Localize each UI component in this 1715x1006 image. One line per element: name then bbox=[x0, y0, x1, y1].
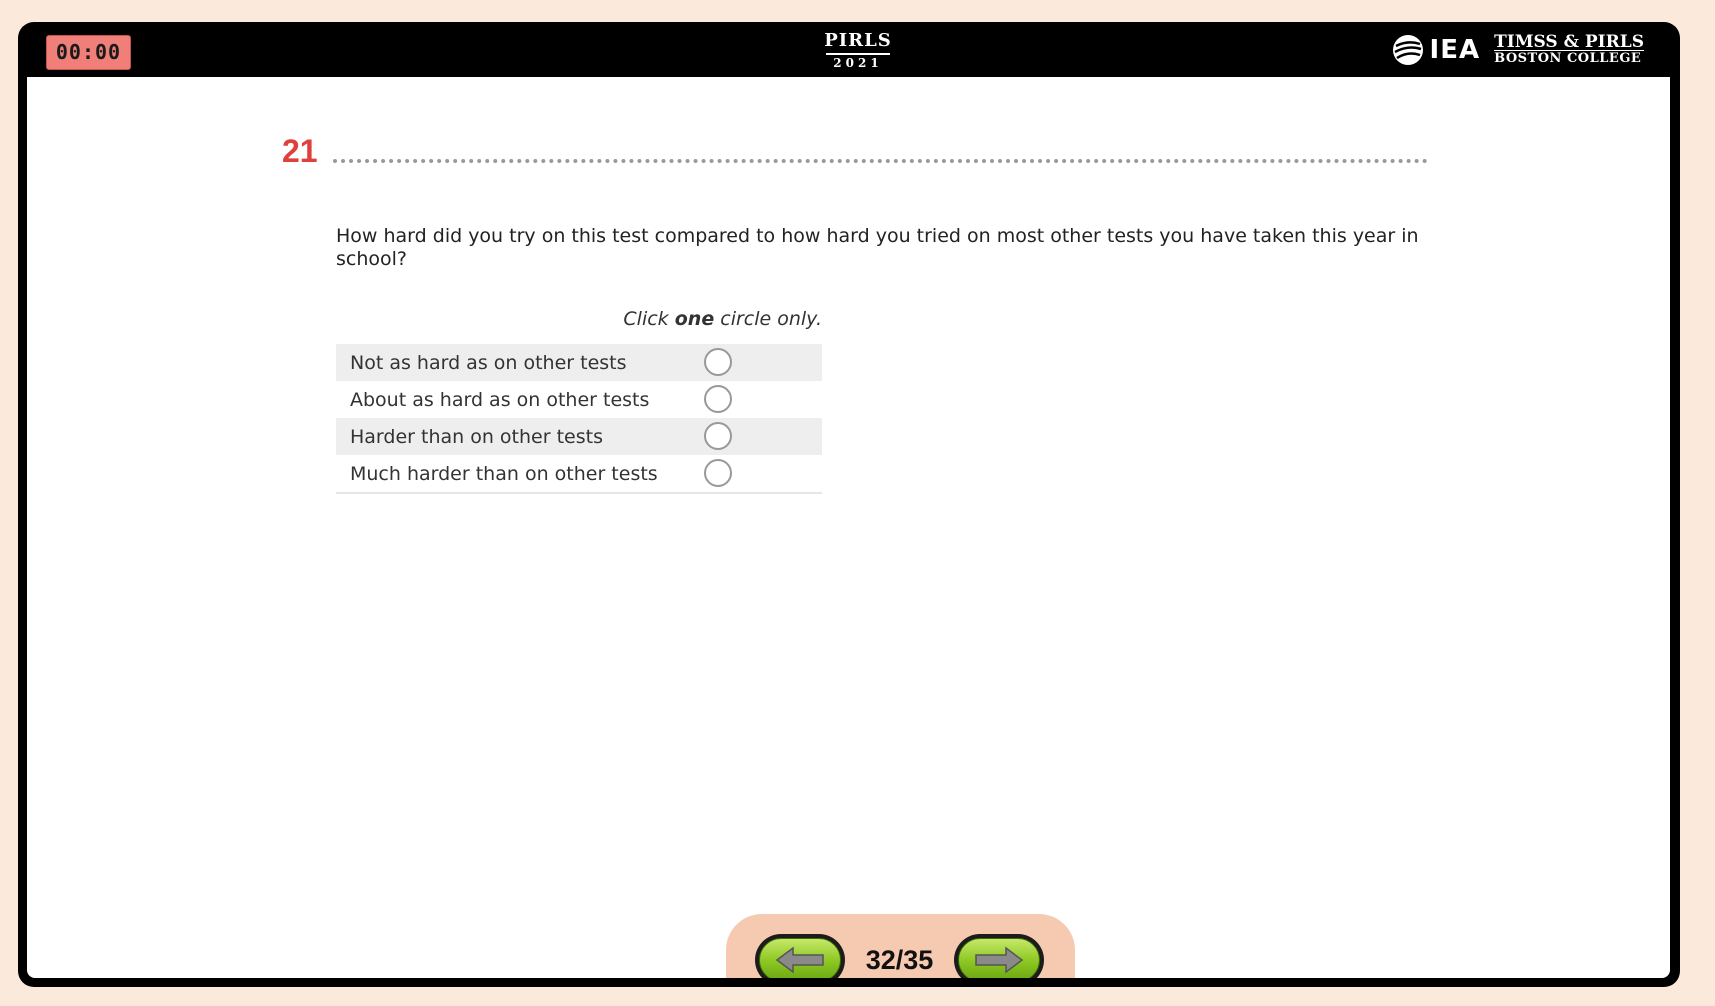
timss-pirls-logo: TIMSS & PIRLS BOSTON COLLEGE bbox=[1494, 31, 1644, 67]
answer-option-2[interactable]: About as hard as on other tests bbox=[336, 381, 822, 418]
question-text: How hard did you try on this test compar… bbox=[336, 225, 1419, 270]
instruction-pre: Click bbox=[623, 308, 669, 330]
navigation-panel: 32/35 bbox=[726, 914, 1075, 978]
instruction-text: Click one circle only. bbox=[336, 308, 822, 330]
answer-option-label: About as hard as on other tests bbox=[350, 388, 650, 411]
test-window: 00:00 PIRLS 2021 IEA TIMSS & PIRLS BOSTO… bbox=[18, 22, 1680, 987]
instruction-post: circle only. bbox=[720, 308, 822, 330]
top-bar: 00:00 PIRLS 2021 IEA TIMSS & PIRLS BOSTO… bbox=[18, 22, 1680, 77]
answer-option-label: Not as hard as on other tests bbox=[350, 351, 627, 374]
radio-button[interactable] bbox=[704, 348, 732, 376]
page-indicator: 32/35 bbox=[865, 945, 934, 975]
answer-option-label: Much harder than on other tests bbox=[350, 462, 658, 485]
timer: 00:00 bbox=[46, 35, 131, 70]
radio-button[interactable] bbox=[704, 385, 732, 413]
answer-option-label: Harder than on other tests bbox=[350, 425, 603, 448]
radio-button[interactable] bbox=[704, 459, 732, 487]
question-panel: 21 How hard did you try on this test com… bbox=[27, 77, 1670, 978]
arrow-left-icon bbox=[775, 946, 824, 974]
timss-pirls-title: TIMSS & PIRLS bbox=[1494, 31, 1644, 52]
answer-options: Not as hard as on other tests About as h… bbox=[336, 344, 822, 494]
answer-option-4[interactable]: Much harder than on other tests bbox=[336, 455, 822, 492]
pirls-logo-year: 2021 bbox=[833, 56, 883, 70]
next-page-button[interactable] bbox=[954, 934, 1044, 978]
iea-logo-text: IEA bbox=[1429, 35, 1481, 65]
boston-college-label: BOSTON COLLEGE bbox=[1494, 49, 1644, 67]
arrow-right-icon bbox=[975, 946, 1024, 974]
dotted-divider bbox=[333, 159, 1428, 163]
answer-option-3[interactable]: Harder than on other tests bbox=[336, 418, 822, 455]
iea-brand: IEA TIMSS & PIRLS BOSTON COLLEGE bbox=[1392, 32, 1644, 68]
question-number: 21 bbox=[282, 133, 318, 169]
instruction-emphasis: one bbox=[674, 308, 715, 330]
pirls-logo-rule bbox=[826, 53, 890, 55]
pirls-logo-name: PIRLS bbox=[824, 30, 892, 51]
answer-option-1[interactable]: Not as hard as on other tests bbox=[336, 344, 822, 381]
globe-icon bbox=[1392, 35, 1423, 65]
radio-button[interactable] bbox=[704, 422, 732, 450]
pirls-logo: PIRLS 2021 bbox=[808, 30, 908, 71]
previous-page-button[interactable] bbox=[755, 934, 845, 978]
